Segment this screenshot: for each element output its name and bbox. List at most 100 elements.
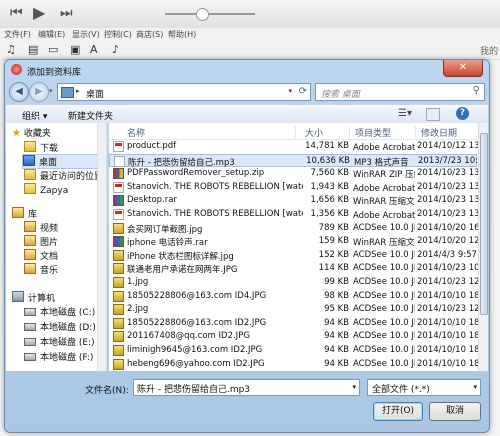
address-dropdown-icon[interactable]: ▾	[288, 87, 292, 95]
apps-icon[interactable]: A	[90, 43, 98, 56]
scrollbar-thumb[interactable]	[480, 133, 488, 315]
cancel-button[interactable]: 取消	[429, 402, 481, 421]
filetype-select[interactable]: 全部文件 (*.*) ▾	[367, 379, 481, 396]
file-row[interactable]: Stanovich. THE ROBOTS REBELLION [wate...…	[109, 208, 479, 221]
file-name[interactable]: 陈升 - 把悲伤留给自己.mp3	[128, 156, 304, 168]
file-row[interactable]: 会买网订单截图.jpg 789 KB ACDSee 10.0 JPE...2014/…	[109, 222, 479, 235]
recent-pages-dropdown-icon[interactable]: ▾	[49, 87, 53, 95]
file-name[interactable]: hebeng696@yahoo.com ID2.JPG	[127, 359, 303, 369]
file-name[interactable]: Stanovich. THE ROBOTS REBELLION [wate...	[127, 182, 303, 192]
column-type[interactable]: 项目类型	[355, 126, 391, 139]
breadcrumb-arrow-icon[interactable]: ▸	[76, 87, 80, 95]
filetype-dropdown-icon[interactable]: ▾	[473, 383, 477, 391]
refresh-icon[interactable]: ⟳	[299, 86, 307, 97]
nav-documents[interactable]: 文档	[24, 249, 58, 262]
file-row[interactable]: hebeng696@yahoo.com ID2.JPG 94 KB ACDSee 1…	[109, 358, 479, 371]
podcast-icon[interactable]: ▣	[70, 43, 80, 56]
nav-computer[interactable]: 计算机	[12, 291, 55, 304]
file-row[interactable]: PDFPasswordRemover_setup.zip 7,560 KB WinR…	[109, 167, 479, 180]
column-size[interactable]: 大小	[305, 126, 323, 139]
file-name[interactable]: liminigh9645@163.com ID2.JPG	[127, 345, 303, 355]
filename-input[interactable]: 陈升 - 把悲伤留给自己.mp3 ▾	[133, 379, 360, 396]
file-row[interactable]: 18505228806@163.com ID4.JPG 98 KB ACDSee 1…	[109, 290, 479, 303]
column-date[interactable]: 修改日期	[421, 126, 457, 139]
file-row[interactable]: 2.jpg 95 KB ACDSee 10.0 JPE...2014/10/23 1…	[109, 303, 479, 316]
nav-pictures[interactable]: 图片	[24, 235, 58, 248]
menu-control[interactable]: 控制(C)	[104, 29, 132, 40]
file-name[interactable]: 1.jpg	[127, 277, 303, 287]
nav-favorites[interactable]: ★ 收藏夹	[12, 127, 51, 140]
volume-knob[interactable]	[196, 8, 209, 21]
next-icon[interactable]: ⏭	[60, 5, 73, 21]
nav-zapya[interactable]: Zapya	[24, 183, 68, 196]
movies-icon[interactable]: ▤	[28, 43, 38, 56]
file-row[interactable]: product.pdf14,781 KB Adobe Acrobat 文...20…	[109, 140, 479, 153]
file-name[interactable]: Desktop.rar	[127, 195, 303, 205]
file-row[interactable]: 联通老用户承诺在网两年.JPG 114 KB ACDSee 10.0 JPE...2…	[109, 262, 479, 275]
file-name[interactable]: 201167408@qq.com ID2.JPG	[127, 331, 303, 341]
nav-drive-e[interactable]: 本地磁盘 (E:)	[24, 337, 95, 350]
address-bar[interactable]: ▸ 桌面 ▾ ⟳	[57, 83, 311, 101]
search-icon[interactable]: ⚲	[473, 85, 480, 96]
filetype-value[interactable]: 全部文件 (*.*)	[372, 382, 430, 395]
itunes-iconbar: ♫ ▤ ▭ ▣ A ♪	[0, 41, 500, 60]
open-button[interactable]: 打开(O)	[373, 402, 423, 421]
file-row[interactable]: liminigh9645@163.com ID2.JPG 94 KB ACDSee …	[109, 344, 479, 357]
file-row[interactable]: 1.jpg 99 KB ACDSee 10.0 JPE...2014/10/23 1…	[109, 276, 479, 289]
volume-slider[interactable]	[165, 13, 255, 15]
file-row[interactable]: iphone 电话铃声.rar 159 KB WinRAR 压缩文件2014/10/…	[109, 235, 479, 248]
column-name[interactable]: 名称	[127, 126, 145, 139]
file-row[interactable]: Stanovich. THE ROBOTS REBELLION [wate...…	[109, 181, 479, 194]
music-icon[interactable]: ♫	[6, 43, 16, 56]
filename-value[interactable]: 陈升 - 把悲伤留给自己.mp3	[137, 382, 250, 395]
file-name[interactable]: 联通老用户承诺在网两年.JPG	[127, 263, 303, 275]
file-name[interactable]: 2.jpg	[127, 304, 303, 314]
back-button[interactable]: ◀	[9, 82, 29, 102]
file-name[interactable]: 18505228806@163.com ID4.JPG	[127, 291, 303, 301]
views-icon[interactable]: ☰▾	[398, 108, 412, 119]
file-row[interactable]: 陈升 - 把悲伤留给自己.mp3 10,636 KB MP3 格式声音 2013/7/…	[109, 153, 480, 168]
nav-drive-f[interactable]: 本地磁盘 (F:)	[24, 352, 93, 365]
file-row[interactable]: 201167408@qq.com ID2.JPG 94 KB ACDSee 10.0…	[109, 330, 479, 343]
nav-recent[interactable]: 最近访问的位置	[24, 169, 103, 182]
menu-edit[interactable]: 编辑(E)	[38, 29, 65, 40]
file-name[interactable]: product.pdf	[127, 141, 303, 151]
nav-videos[interactable]: 视频	[24, 221, 58, 234]
nav-libraries[interactable]: 库	[12, 207, 37, 220]
new-folder-button[interactable]: 新建文件夹	[68, 109, 113, 122]
file-row[interactable]: iPhone 状态栏图标详解.jpg 152 KB ACDSee 10.0 JPE.…	[109, 249, 477, 262]
nav-music[interactable]: 音乐	[24, 263, 58, 276]
menu-store[interactable]: 商店(S)	[136, 29, 163, 40]
file-row[interactable]: 18505228806@163.com ID2.JPG 94 KB ACDSee 1…	[109, 317, 479, 330]
help-icon[interactable]: ?	[456, 107, 469, 120]
organize-button[interactable]: 组织 ▾	[22, 109, 47, 122]
menu-file[interactable]: 文件(F)	[4, 29, 31, 40]
tv-icon[interactable]: ▭	[48, 43, 58, 56]
menu-help[interactable]: 帮助(H)	[168, 29, 196, 40]
file-name[interactable]: Stanovich. THE ROBOTS REBELLION [wate...	[127, 209, 303, 219]
file-list-scrollbar[interactable]	[478, 123, 488, 371]
menu-view[interactable]: 显示(V)	[72, 29, 100, 40]
forward-button[interactable]: ▶	[29, 82, 49, 102]
file-name[interactable]: PDFPasswordRemover_setup.zip	[127, 168, 303, 178]
nav-downloads[interactable]: 下载	[24, 141, 58, 154]
search-input[interactable]: 搜索 桌面 ⚲	[315, 83, 485, 101]
file-name[interactable]: iphone 电话铃声.rar	[127, 236, 303, 248]
rar-file-icon	[113, 236, 124, 248]
nav-desktop[interactable]: 桌面	[22, 154, 98, 169]
nav-drive-d[interactable]: 本地磁盘 (D:)	[24, 322, 96, 335]
preview-pane-icon[interactable]	[426, 108, 440, 121]
nav-scrollbar[interactable]	[97, 123, 106, 371]
nav-drive-c[interactable]: 本地磁盘 (C:)	[24, 307, 95, 320]
file-name[interactable]: iPhone 状态栏图标详解.jpg	[127, 250, 303, 262]
file-row[interactable]: Desktop.rar 1,656 KB WinRAR 压缩文件2014/10/23…	[109, 194, 479, 207]
close-button[interactable]: ✕	[443, 60, 483, 77]
search-placeholder: 搜索 桌面	[321, 90, 360, 100]
file-name[interactable]: 会买网订单截图.jpg	[127, 223, 303, 235]
file-name[interactable]: 18505228806@163.com ID2.JPG	[127, 318, 303, 328]
address-text[interactable]: 桌面	[86, 87, 104, 100]
filename-dropdown-icon[interactable]: ▾	[352, 383, 356, 391]
previous-icon[interactable]: ⏮	[10, 5, 23, 21]
tones-icon[interactable]: ♪	[112, 43, 119, 56]
play-icon[interactable]: ▶	[33, 3, 45, 22]
